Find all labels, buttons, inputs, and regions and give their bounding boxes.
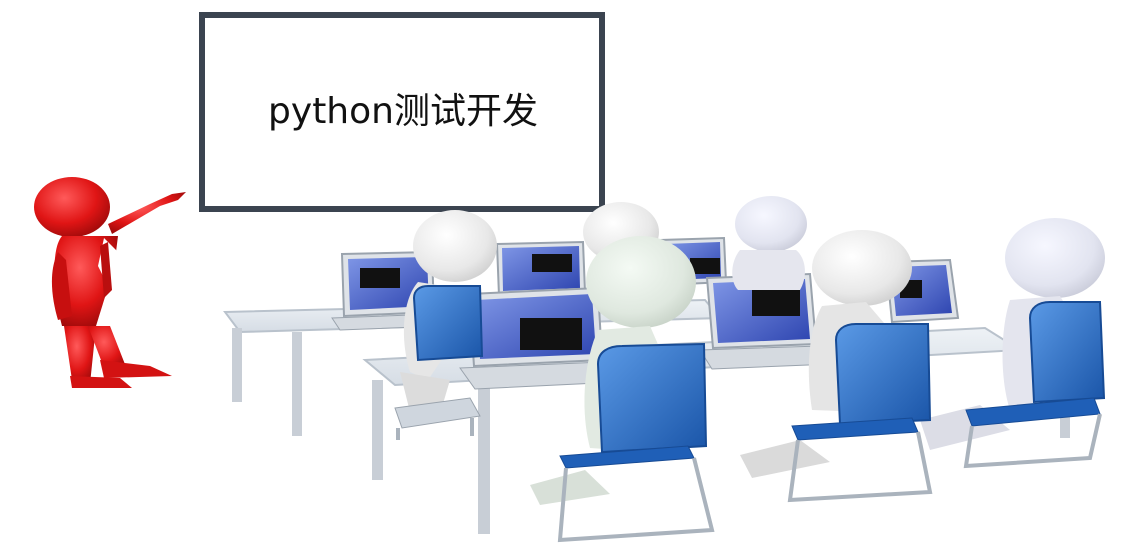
presenter-figure: [34, 177, 186, 388]
laptop-icon: [495, 240, 587, 298]
office-chair-icon: [963, 301, 1106, 469]
whiteboard-text: python测试开发: [268, 91, 538, 132]
student-figure: [732, 196, 807, 290]
